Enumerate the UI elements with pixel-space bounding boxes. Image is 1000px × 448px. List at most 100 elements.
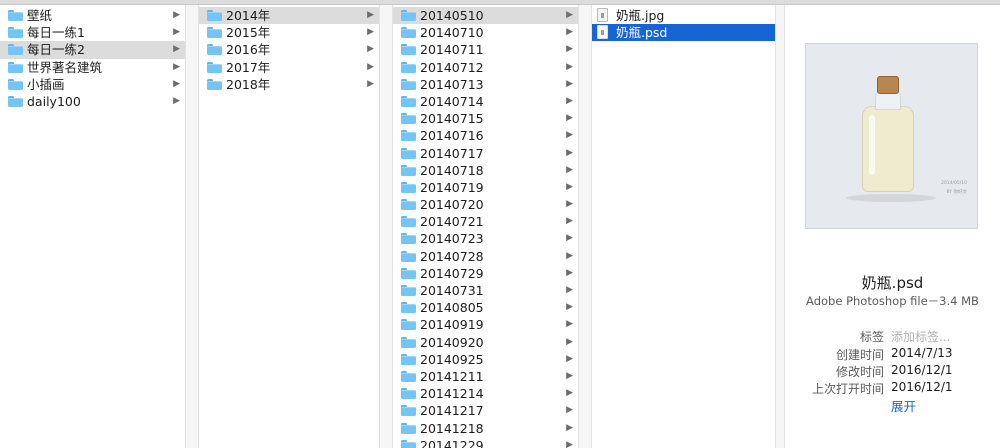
- folder-row[interactable]: 20140510 ▶: [393, 7, 578, 25]
- folder-icon: [401, 95, 416, 107]
- chevron-right-icon: ▶: [566, 44, 573, 55]
- folder-icon: [401, 353, 416, 365]
- chevron-right-icon: ▶: [566, 164, 573, 175]
- column-resize-handle[interactable]: [579, 5, 592, 448]
- folder-row[interactable]: 20140919 ▶: [393, 316, 578, 333]
- folder-row[interactable]: 20140925 ▶: [393, 351, 578, 368]
- item-label: 每日一练1: [27, 25, 85, 41]
- folder-row[interactable]: 20140714 ▶: [393, 93, 578, 110]
- folder-row[interactable]: 20140713 ▶: [393, 76, 578, 93]
- folder-row[interactable]: 20141217 ▶: [393, 402, 578, 419]
- folder-icon: [401, 405, 416, 417]
- folder-row[interactable]: 20140728 ▶: [393, 248, 578, 265]
- folder-icon: [207, 27, 222, 39]
- show-more-link[interactable]: 展开: [891, 396, 916, 415]
- metadata-value: 2016/12/1: [891, 380, 953, 394]
- item-label: 2017年: [226, 59, 271, 75]
- column-3[interactable]: 20140510 ▶ 20140710 ▶ 20140711 ▶ 20140712 ▶ 2014…: [380, 5, 579, 448]
- chevron-right-icon: ▶: [566, 181, 573, 192]
- item-label: 2016年: [226, 42, 271, 58]
- folder-icon: [8, 95, 23, 107]
- chevron-right-icon: ▶: [173, 10, 180, 20]
- metadata-key: 上次打开时间: [811, 382, 884, 396]
- chevron-right-icon: ▶: [566, 267, 573, 278]
- metadata-value: 2016/12/1: [891, 363, 953, 377]
- folder-row[interactable]: 20141218 ▶: [393, 420, 578, 437]
- item-label: 20140715: [420, 111, 484, 127]
- folder-row[interactable]: 20140920 ▶: [393, 334, 578, 351]
- folder-row[interactable]: 小插画 ▶: [0, 76, 185, 93]
- item-label: 20140729: [420, 265, 484, 281]
- chevron-right-icon: ▶: [566, 285, 573, 295]
- folder-row[interactable]: 壁纸 ▶: [0, 7, 185, 24]
- chevron-right-icon: ▶: [566, 130, 573, 141]
- folder-icon: [401, 78, 416, 90]
- folder-row[interactable]: 20140729 ▶: [393, 265, 578, 282]
- column-1[interactable]: 壁纸 ▶ 每日一练1 ▶ 每日一练2 ▶ 世界著名建筑 ▶ 小插画 ▶ daily100 ▶: [0, 5, 186, 448]
- item-label: 奶瓶.psd: [616, 25, 668, 41]
- file-row[interactable]: 奶瓶.psd: [589, 24, 775, 42]
- column-resize-handle[interactable]: [776, 5, 785, 448]
- column-4[interactable]: 奶瓶.jpg 奶瓶.psd: [579, 5, 776, 448]
- folder-row[interactable]: 每日一练1 ▶: [0, 24, 185, 41]
- folder-row[interactable]: 20140721 ▶: [393, 213, 578, 230]
- folder-icon: [207, 78, 222, 90]
- folder-row[interactable]: 20140715 ▶: [393, 110, 578, 127]
- bottle-shadow: [846, 194, 936, 202]
- folder-icon: [401, 113, 416, 125]
- milk-bottle-image: [862, 76, 914, 194]
- chevron-right-icon: ▶: [173, 27, 180, 38]
- folder-row[interactable]: 20140723 ▶: [393, 230, 578, 247]
- column-resize-handle[interactable]: [380, 5, 393, 448]
- chevron-right-icon: ▶: [566, 95, 573, 106]
- folder-row[interactable]: 20140717 ▶: [393, 145, 578, 162]
- bottle-glass: [862, 106, 914, 192]
- chevron-right-icon: ▶: [566, 405, 573, 416]
- folder-row[interactable]: 20140710 ▶: [393, 24, 578, 41]
- folder-row[interactable]: daily100 ▶: [0, 93, 185, 110]
- folder-icon: [207, 44, 222, 56]
- folder-row[interactable]: 2015年 ▶: [199, 24, 379, 41]
- folder-row[interactable]: 每日一练2 ▶: [0, 41, 185, 59]
- chevron-right-icon: ▶: [566, 353, 573, 364]
- tags-input[interactable]: 添加标签...: [891, 328, 950, 345]
- folder-icon: [8, 44, 23, 56]
- chevron-right-icon: ▶: [173, 61, 180, 72]
- item-label: 小插画: [27, 76, 65, 92]
- file-row[interactable]: 奶瓶.jpg: [589, 7, 775, 24]
- folder-row[interactable]: 20141229 ▶: [393, 437, 578, 448]
- folder-row[interactable]: 2016年 ▶: [199, 41, 379, 58]
- folder-icon: [401, 370, 416, 382]
- folder-row[interactable]: 世界著名建筑 ▶: [0, 59, 185, 76]
- folder-row[interactable]: 20140719 ▶: [393, 179, 578, 196]
- item-label: 20140919: [420, 317, 484, 333]
- folder-row[interactable]: 2017年 ▶: [199, 59, 379, 76]
- folder-icon: [8, 10, 23, 21]
- folder-icon: [401, 27, 416, 39]
- item-label: 20140710: [420, 25, 484, 41]
- folder-row[interactable]: 20140731 ▶: [393, 282, 578, 299]
- folder-row[interactable]: 20140805 ▶: [393, 299, 578, 316]
- chevron-right-icon: ▶: [173, 44, 180, 55]
- folder-row[interactable]: 20141214 ▶: [393, 385, 578, 402]
- folder-row[interactable]: 2014年 ▶: [199, 7, 379, 25]
- column-resize-handle[interactable]: [186, 5, 199, 448]
- folder-icon: [401, 147, 416, 159]
- item-label: 20141229: [420, 437, 484, 448]
- item-label: 20140920: [420, 334, 484, 350]
- item-label: 壁纸: [27, 8, 53, 23]
- folder-row[interactable]: 20141211 ▶: [393, 368, 578, 385]
- folder-icon: [401, 233, 416, 245]
- chevron-right-icon: ▶: [566, 216, 573, 227]
- folder-row[interactable]: 20140712 ▶: [393, 59, 578, 76]
- folder-row[interactable]: 20140711 ▶: [393, 41, 578, 58]
- column-2[interactable]: 2014年 ▶ 2015年 ▶ 2016年 ▶ 2017年 ▶ 2018年 ▶: [186, 5, 380, 448]
- file-thumbnail[interactable]: 2014/05/10 BY 你好文: [805, 43, 978, 229]
- folder-icon: [401, 181, 416, 193]
- item-label: 世界著名建筑: [27, 59, 103, 75]
- folder-row[interactable]: 20140720 ▶: [393, 196, 578, 213]
- folder-row[interactable]: 20140718 ▶: [393, 162, 578, 179]
- folder-row[interactable]: 20140716 ▶: [393, 127, 578, 144]
- folder-row[interactable]: 2018年 ▶: [199, 76, 379, 93]
- chevron-right-icon: ▶: [566, 370, 573, 381]
